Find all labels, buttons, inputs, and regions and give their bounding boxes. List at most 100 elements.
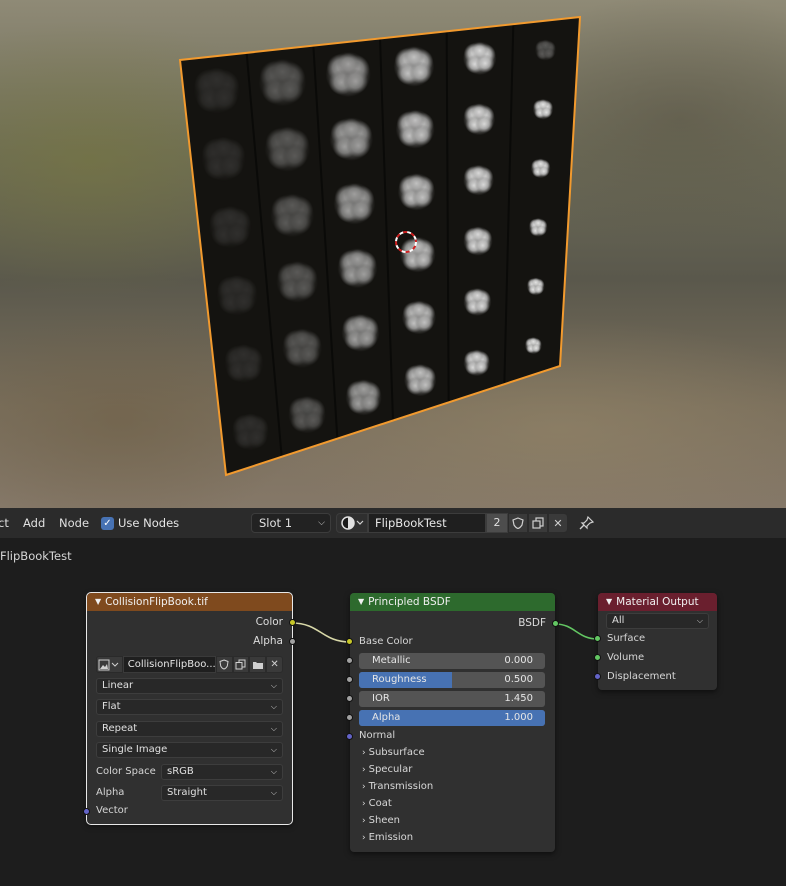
browse-material-button[interactable] (336, 513, 368, 533)
target-dropdown[interactable]: All ⌵ (606, 613, 709, 629)
shield-icon (512, 517, 524, 529)
smoke-puff (412, 364, 429, 381)
material-users-count[interactable]: 2 (486, 513, 508, 533)
metallic-field[interactable]: Metallic 0.000 (359, 653, 545, 669)
panel-emission[interactable]: › Emission (362, 832, 413, 843)
smoke-puff (270, 59, 295, 84)
roughness-input-socket[interactable] (346, 676, 353, 683)
smoke-puff (226, 275, 248, 297)
surface-label: Surface (607, 633, 646, 644)
smoke-sprite (403, 363, 437, 397)
duplicate-material-button[interactable] (528, 513, 548, 533)
roughness-field[interactable]: Roughness 0.500 (359, 672, 545, 688)
image-name-field[interactable]: CollisionFlipBoo... (122, 656, 216, 673)
smoke-sprite (325, 51, 372, 98)
smoke-puff (240, 413, 261, 433)
smoke-puff (529, 337, 538, 346)
extension-dropdown[interactable]: Repeat ⌵ (96, 721, 283, 737)
alpha-input-socket[interactable] (346, 714, 353, 721)
material-name-field[interactable]: FlipBookTest (368, 513, 486, 533)
volume-input-socket[interactable] (594, 654, 601, 661)
material-sphere-icon (341, 516, 364, 530)
ior-input-socket[interactable] (346, 695, 353, 702)
smoke-puff (535, 158, 546, 169)
color-output-socket[interactable] (289, 619, 296, 626)
duplicate-image-button[interactable] (232, 656, 250, 673)
displacement-input-socket[interactable] (594, 673, 601, 680)
menu-add[interactable]: Add (23, 516, 45, 530)
chevron-down-icon: ⌵ (270, 681, 277, 690)
chevron-right-icon: › (362, 765, 366, 775)
panel-sheen[interactable]: › Sheen (362, 815, 400, 826)
principled-bsdf-node-header[interactable]: ▼ Principled BSDF (350, 593, 555, 611)
fake-user-button[interactable] (508, 513, 528, 533)
metallic-input-socket[interactable] (346, 657, 353, 664)
unlink-image-button[interactable]: ✕ (266, 656, 284, 673)
surface-input-socket[interactable] (594, 635, 601, 642)
open-image-button[interactable] (249, 656, 267, 673)
slot-dropdown[interactable]: Slot 1 ⌵ (251, 513, 331, 533)
pin-icon[interactable] (578, 515, 596, 531)
chevron-down-icon[interactable]: ▼ (358, 593, 364, 611)
panel-subsurface[interactable]: › Subsurface (362, 747, 425, 758)
checkmark-icon[interactable]: ✓ (101, 516, 114, 530)
chevron-down-icon[interactable]: ▼ (95, 593, 101, 611)
smoke-puff (281, 194, 304, 217)
unlink-material-button[interactable]: ✕ (548, 513, 568, 533)
smoke-sprite (341, 313, 380, 352)
smoke-puff (354, 379, 373, 399)
normal-input-socket[interactable] (346, 733, 353, 740)
alpha-field[interactable]: Alpha 1.000 (359, 710, 545, 726)
smoke-sprite (329, 117, 374, 161)
smoke-sprite (223, 343, 264, 384)
chevron-down-icon: ⌵ (270, 724, 277, 733)
smoke-puff (533, 218, 543, 228)
panel-specular[interactable]: › Specular (362, 764, 412, 775)
menu-node[interactable]: Node (59, 516, 89, 530)
image-selector: CollisionFlipBoo... ✕ (96, 656, 284, 673)
chevron-right-icon: › (362, 833, 366, 843)
browse-image-button[interactable] (96, 656, 123, 673)
smoke-puff (233, 344, 254, 365)
material-output-node-header[interactable]: ▼ Material Output (598, 593, 717, 611)
smoke-sprite (393, 45, 435, 87)
color-space-dropdown[interactable]: sRGB ⌵ (161, 764, 283, 780)
fake-user-button[interactable] (215, 656, 233, 673)
base-color-input-socket[interactable] (346, 638, 353, 645)
smoke-sprite (192, 66, 241, 115)
source-dropdown[interactable]: Single Image ⌵ (96, 742, 283, 758)
panel-transmission[interactable]: › Transmission (362, 781, 433, 792)
panel-coat[interactable]: › Coat (362, 798, 392, 809)
smoke-sprite (264, 125, 311, 172)
copy-icon (235, 659, 246, 670)
smoke-puff (410, 301, 428, 319)
smoke-puff (286, 261, 308, 283)
projection-dropdown[interactable]: Flat ⌵ (96, 699, 283, 715)
principled-bsdf-node[interactable]: ▼ Principled BSDF BSDF Base Color Metall… (346, 593, 559, 852)
3d-viewport[interactable] (0, 0, 786, 508)
material-output-node[interactable]: ▼ Material Output All ⌵ Surface Volume Di… (594, 593, 717, 690)
image-icon (98, 659, 119, 670)
menu-select[interactable]: ct (0, 516, 9, 530)
smoke-puff (292, 328, 313, 350)
chevron-down-icon: ⌵ (696, 616, 703, 625)
smoke-puff (275, 126, 299, 151)
image-texture-node[interactable]: ▼ CollisionFlipBook.tif Color Alpha Coll… (83, 592, 296, 825)
chevron-right-icon: › (362, 799, 366, 809)
image-texture-node-header[interactable]: ▼ CollisionFlipBook.tif (87, 593, 292, 611)
smoke-sprite (532, 98, 554, 120)
vector-input-socket[interactable] (83, 808, 90, 815)
alpha-mode-dropdown[interactable]: Straight ⌵ (161, 785, 283, 801)
smoke-sprite (345, 379, 382, 416)
bsdf-output-socket[interactable] (552, 620, 559, 627)
chevron-down-icon[interactable]: ▼ (606, 593, 612, 611)
use-nodes-toggle[interactable]: ✓ Use Nodes (101, 516, 179, 530)
smoke-sprite (270, 193, 315, 238)
smoke-sprite (462, 102, 496, 136)
copy-icon (532, 517, 544, 529)
slot-value: Slot 1 (259, 516, 293, 530)
smoke-sprite (399, 236, 436, 273)
interpolation-dropdown[interactable]: Linear ⌵ (96, 678, 283, 694)
ior-field[interactable]: IOR 1.450 (359, 691, 545, 707)
alpha-output-socket[interactable] (289, 638, 296, 645)
